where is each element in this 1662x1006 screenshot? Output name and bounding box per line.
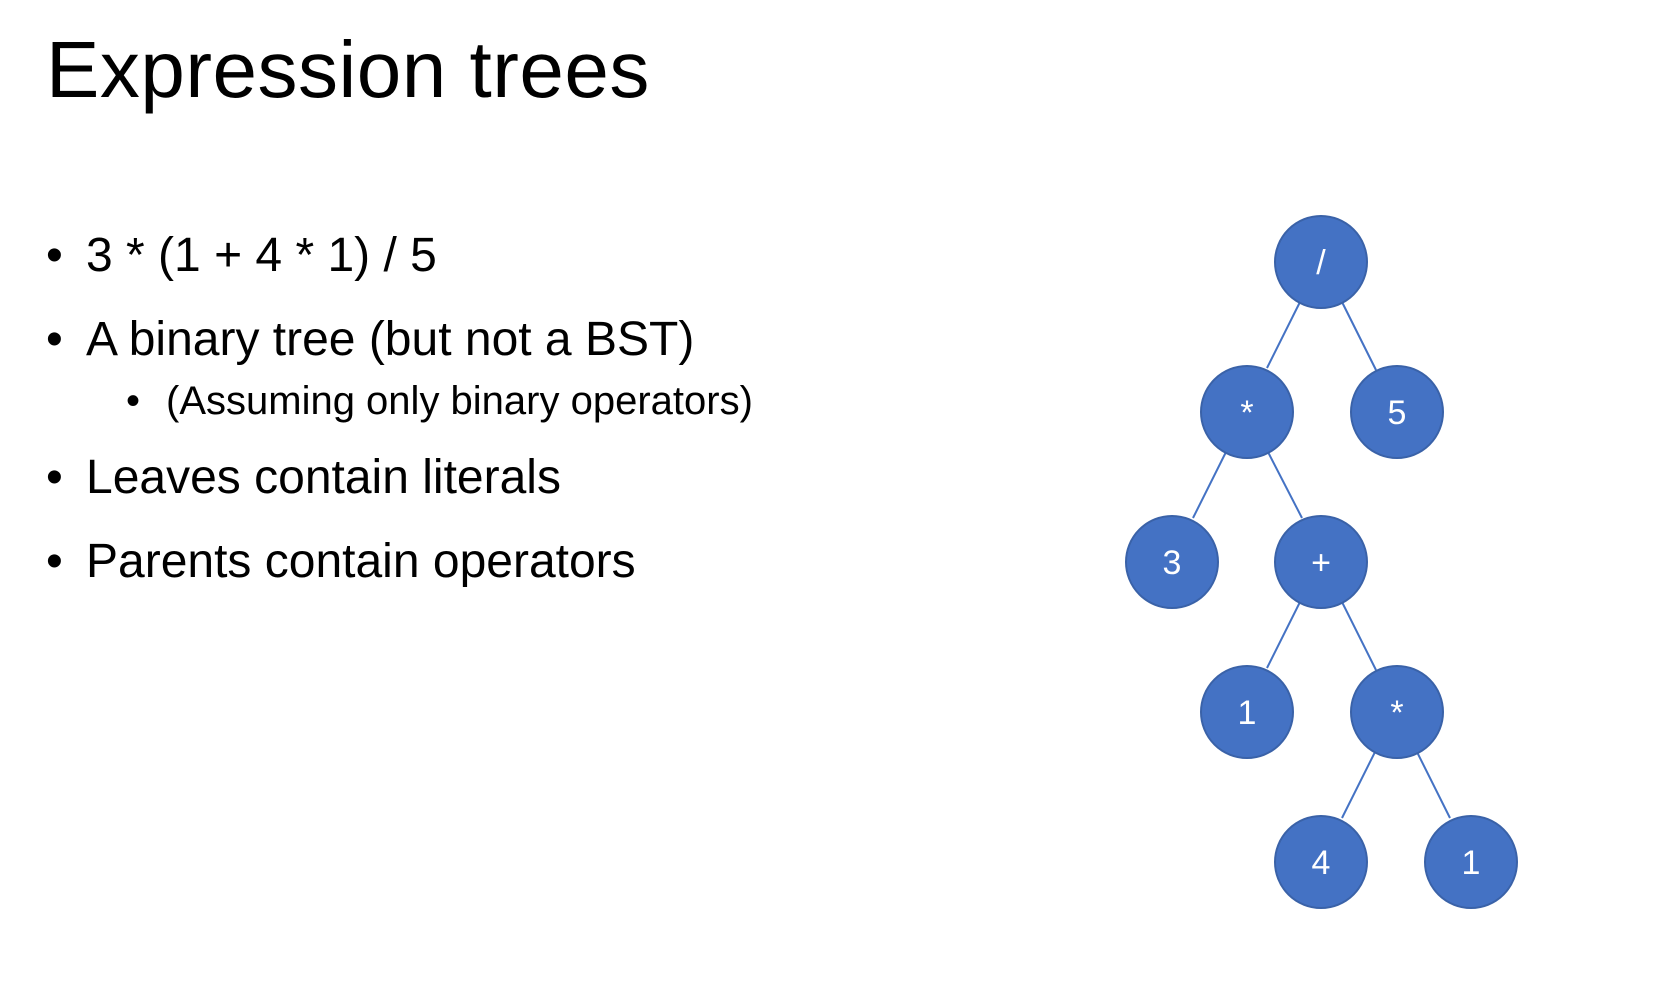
tree-node-three: 3	[1125, 515, 1219, 609]
node-label: *	[1240, 394, 1253, 432]
node-label: 4	[1312, 844, 1331, 882]
edge-mul-to-three	[1192, 451, 1227, 519]
tree-node-mul-left: *	[1200, 365, 1294, 459]
tree-node-one-right: 1	[1424, 815, 1518, 909]
node-label: *	[1390, 694, 1403, 732]
bullet-parents: Parents contain operators	[46, 534, 753, 590]
bullet-expression: 3 * (1 + 4 * 1) / 5	[46, 228, 753, 284]
node-label: +	[1311, 544, 1331, 582]
sub-bullet-binary-operators: (Assuming only binary operators)	[126, 378, 753, 424]
bullet-leaves: Leaves contain literals	[46, 450, 753, 506]
tree-node-div: /	[1274, 215, 1368, 309]
node-label: 1	[1238, 694, 1257, 732]
bullet-binary-tree: A binary tree (but not a BST)	[46, 312, 753, 368]
bullet-list: 3 * (1 + 4 * 1) / 5 A binary tree (but n…	[46, 228, 753, 618]
tree-node-four: 4	[1274, 815, 1368, 909]
tree-node-mul-inner: *	[1350, 665, 1444, 759]
edge-plus-to-one	[1266, 601, 1301, 669]
node-label: /	[1316, 244, 1326, 282]
slide-title: Expression trees	[46, 25, 650, 114]
edge-plus-to-mul-inner	[1341, 601, 1377, 671]
tree-node-plus: +	[1274, 515, 1368, 609]
tree-node-one-left: 1	[1200, 665, 1294, 759]
expression-tree-diagram: / * 5 3 + 1 * 4 1	[1125, 215, 1518, 909]
edge-div-to-mul	[1266, 301, 1301, 369]
edge-div-to-five	[1341, 301, 1377, 371]
edge-mul-to-plus	[1267, 451, 1303, 519]
node-label: 3	[1163, 544, 1182, 582]
node-label: 5	[1388, 394, 1407, 432]
tree-node-five: 5	[1350, 365, 1444, 459]
node-label: 1	[1462, 844, 1481, 882]
edge-mul-inner-to-one	[1416, 751, 1451, 819]
edge-mul-inner-to-four	[1341, 751, 1376, 819]
